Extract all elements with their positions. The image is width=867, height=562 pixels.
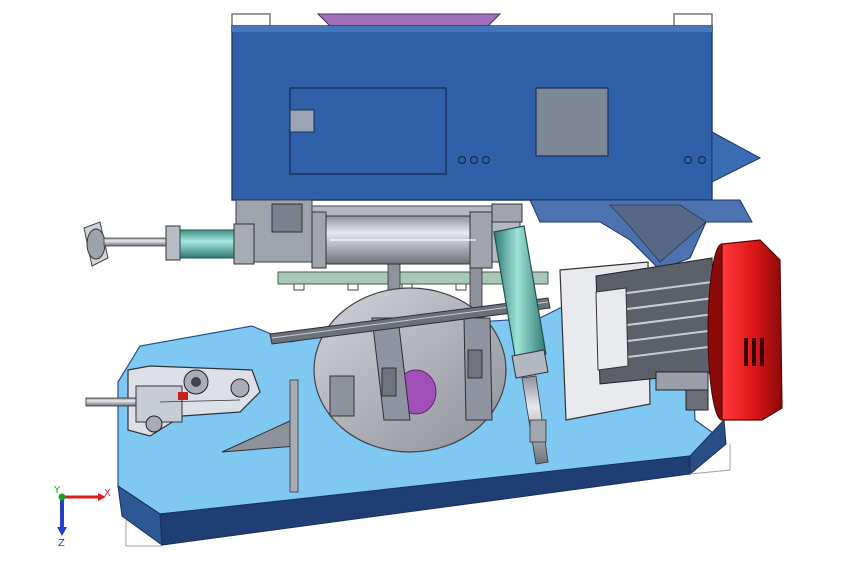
z-axis-arrowhead <box>57 527 67 536</box>
y-axis-label: Y <box>53 485 61 496</box>
x-axis-label: X <box>104 488 111 499</box>
assembly-drawing: X Y Z <box>53 13 783 549</box>
cad-viewport[interactable]: X Y Z <box>0 0 867 562</box>
motor[interactable] <box>559 257 731 421</box>
red-pulley[interactable] <box>707 239 783 421</box>
z-axis-label: Z <box>58 538 65 549</box>
coordinate-triad: X Y Z <box>53 485 111 549</box>
